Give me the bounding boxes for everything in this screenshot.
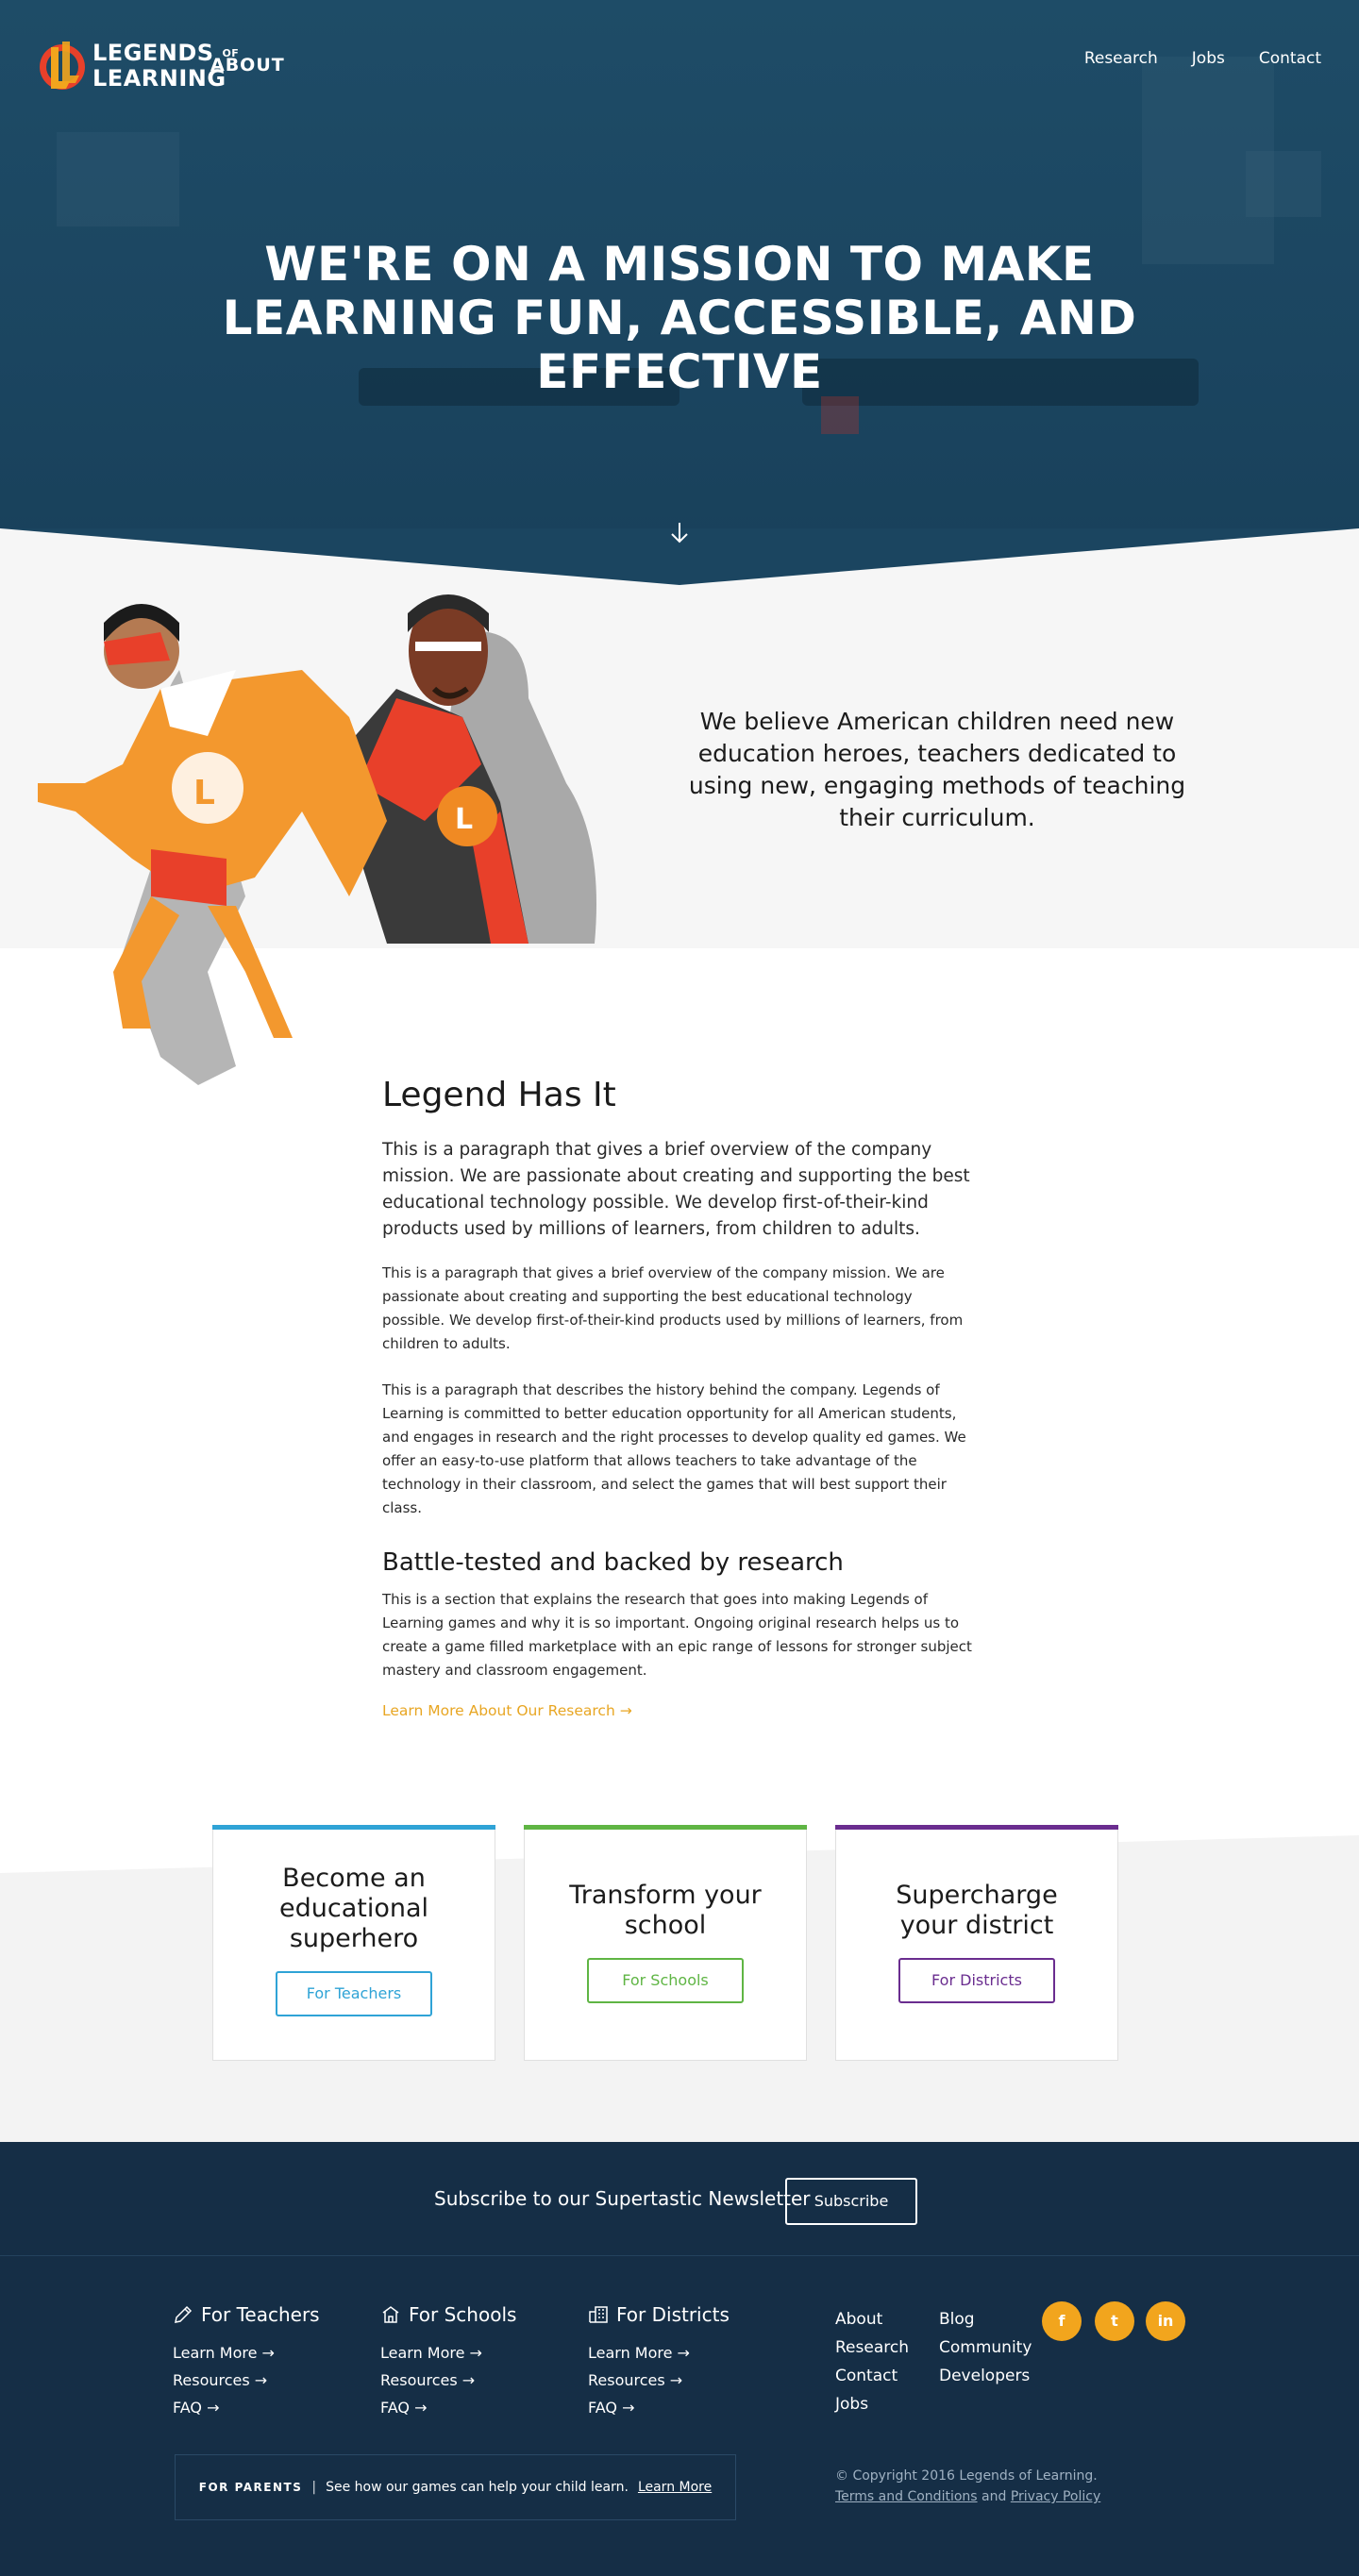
schools-resources-link[interactable]: Resources →: [380, 2367, 516, 2394]
legal-and: and: [982, 2489, 1007, 2504]
for-parents-text: See how our games can help your child le…: [326, 2480, 629, 2495]
believe-statement: We believe American children need new ed…: [688, 708, 1186, 831]
footer-schools-head: For Schools: [380, 2303, 516, 2326]
superheroes-illustration: L L: [38, 594, 596, 1085]
logo-icon: [40, 42, 85, 90]
footer-districts-title: For Districts: [616, 2303, 730, 2326]
for-teachers-button[interactable]: For Teachers: [276, 1971, 432, 2016]
footer-teachers-head: For Teachers: [173, 2303, 320, 2326]
for-parents-tag: FOR PARENTS: [198, 2481, 303, 2494]
card-accent-bar: [212, 1825, 495, 1830]
legend-paragraph-1: This is a paragraph that gives a brief o…: [382, 1264, 964, 1352]
legend-section: Legend Has It This is a paragraph that g…: [382, 1076, 977, 1719]
districts-learn-more-link[interactable]: Learn More →: [588, 2339, 730, 2367]
footer-link-contact[interactable]: Contact: [835, 2362, 909, 2390]
twitter-icon[interactable]: t: [1095, 2301, 1134, 2341]
legend-lead-paragraph: This is a paragraph that gives a brief o…: [382, 1140, 970, 1239]
buildings-icon: [589, 2306, 608, 2323]
for-districts-button[interactable]: For Districts: [898, 1958, 1055, 2003]
footer-districts-column: For Districts Learn More → Resources → F…: [588, 2303, 730, 2421]
facebook-icon[interactable]: f: [1042, 2301, 1082, 2341]
card-teachers: Become an educational superhero For Teac…: [212, 1825, 495, 2061]
pencil-icon: [175, 2305, 193, 2323]
footer-links-col1: About Research Contact Jobs: [835, 2305, 909, 2418]
legal-links: Terms and Conditions and Privacy Policy: [835, 2486, 1100, 2507]
footer-link-about[interactable]: About: [835, 2305, 909, 2333]
card-title: Transform your school: [569, 1881, 762, 1940]
logo[interactable]: LEGENDS OF LEARNING: [38, 38, 239, 92]
top-nav: Research Jobs Contact: [1084, 49, 1321, 68]
hero-photo-monitor: [1246, 151, 1321, 217]
for-parents-learn-more-link[interactable]: Learn More: [638, 2480, 712, 2495]
footer-link-research[interactable]: Research: [835, 2333, 909, 2362]
hero-photo-object: [821, 396, 859, 434]
nav-jobs[interactable]: Jobs: [1192, 49, 1225, 68]
scroll-down-arrow-icon[interactable]: [664, 517, 695, 547]
research-paragraph: This is a section that explains the rese…: [382, 1591, 972, 1679]
school-icon: [382, 2306, 399, 2323]
card-schools: Transform your school For Schools: [524, 1825, 807, 2061]
teachers-learn-more-link[interactable]: Learn More →: [173, 2339, 320, 2367]
footer-schools-column: For Schools Learn More → Resources → FAQ…: [380, 2303, 516, 2421]
page-section-label: ABOUT: [210, 55, 285, 75]
linkedin-icon[interactable]: in: [1146, 2301, 1185, 2341]
copyright-block: © Copyright 2016 Legends of Learning. Te…: [835, 2466, 1100, 2507]
hero-title: WE'RE ON A MISSION TO MAKE LEARNING FUN,…: [222, 237, 1137, 399]
research-subtitle: Battle-tested and backed by research: [382, 1548, 844, 1577]
card-title: Become an educational superhero: [278, 1864, 429, 1953]
footer-districts-head: For Districts: [588, 2303, 730, 2326]
teachers-faq-link[interactable]: FAQ →: [173, 2394, 320, 2421]
footer-link-blog[interactable]: Blog: [939, 2305, 1032, 2333]
card-accent-bar: [524, 1825, 807, 1830]
card-districts: Supercharge your district For Districts: [835, 1825, 1118, 2061]
copyright-text: © Copyright 2016 Legends of Learning.: [835, 2468, 1098, 2484]
schools-learn-more-link[interactable]: Learn More →: [380, 2339, 516, 2367]
districts-resources-link[interactable]: Resources →: [588, 2367, 730, 2394]
footer-link-community[interactable]: Community: [939, 2333, 1032, 2362]
footer-schools-title: For Schools: [409, 2303, 517, 2326]
privacy-link[interactable]: Privacy Policy: [1011, 2489, 1100, 2504]
legend-title: Legend Has It: [382, 1076, 616, 1114]
schools-faq-link[interactable]: FAQ →: [380, 2394, 516, 2421]
svg-text:L: L: [193, 774, 215, 812]
footer-teachers-column: For Teachers Learn More → Resources → FA…: [173, 2303, 320, 2421]
footer-link-jobs[interactable]: Jobs: [835, 2390, 909, 2418]
terms-link[interactable]: Terms and Conditions: [835, 2489, 978, 2504]
subscribe-button[interactable]: Subscribe: [785, 2178, 917, 2225]
newsletter-bar: Subscribe to our Supertastic Newsletter …: [0, 2142, 1359, 2255]
hero-photo-chair: [57, 132, 179, 226]
footer-teachers-title: For Teachers: [201, 2303, 320, 2326]
card-title: Supercharge your district: [896, 1881, 1058, 1940]
legend-paragraph-2: This is a paragraph that describes the h…: [382, 1381, 966, 1516]
nav-contact[interactable]: Contact: [1259, 49, 1321, 68]
districts-faq-link[interactable]: FAQ →: [588, 2394, 730, 2421]
footer-links-col2: Blog Community Developers: [939, 2305, 1032, 2390]
svg-text:L: L: [455, 803, 473, 836]
teachers-resources-link[interactable]: Resources →: [173, 2367, 320, 2394]
newsletter-label: Subscribe to our Supertastic Newsletter: [434, 2187, 811, 2210]
footer: For Teachers Learn More → Resources → FA…: [0, 2255, 1359, 2576]
footer-link-developers[interactable]: Developers: [939, 2362, 1032, 2390]
nav-research[interactable]: Research: [1084, 49, 1158, 68]
learn-more-research-link[interactable]: Learn More About Our Research →: [382, 1702, 632, 1719]
hero-section: LEGENDS OF LEARNING ABOUT Research Jobs …: [0, 0, 1359, 585]
for-parents-separator: |: [311, 2480, 317, 2495]
for-schools-button[interactable]: For Schools: [587, 1958, 744, 2003]
card-accent-bar: [835, 1825, 1118, 1830]
for-parents-banner: FOR PARENTS | See how our games can help…: [175, 2454, 736, 2520]
